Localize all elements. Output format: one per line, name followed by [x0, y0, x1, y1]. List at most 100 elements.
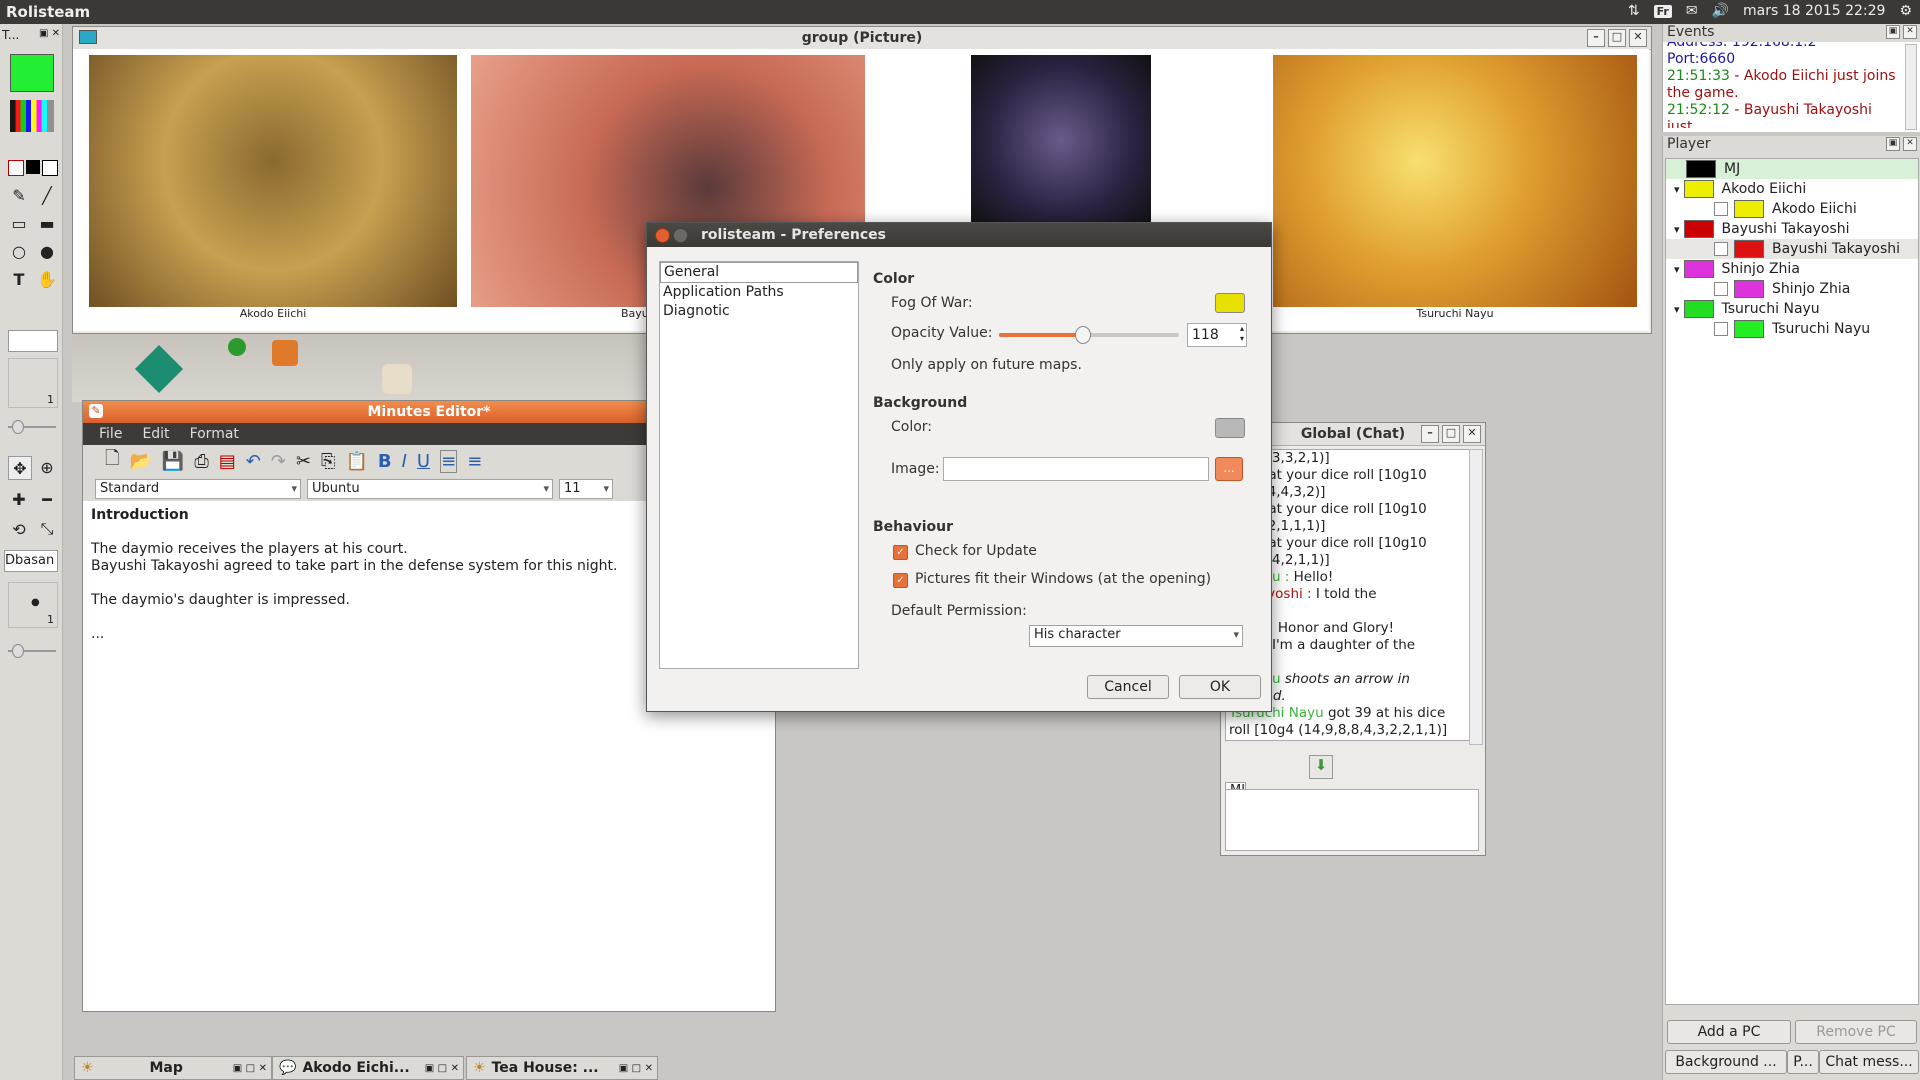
network-icon[interactable]: ⇅ — [1628, 3, 1640, 19]
close-icon[interactable] — [655, 228, 670, 243]
save-icon[interactable]: 💾 — [162, 451, 184, 472]
color-swatch[interactable] — [1686, 160, 1716, 178]
maximize-button[interactable]: □ — [1608, 29, 1626, 47]
pictures-fit-checkbox[interactable]: ✓ — [893, 573, 908, 588]
menu-edit[interactable]: Edit — [142, 426, 169, 442]
nav-application-paths[interactable]: Application Paths — [660, 283, 858, 302]
remove-pc-button[interactable]: Remove PC — [1795, 1020, 1917, 1044]
nav-general[interactable]: General — [660, 262, 858, 283]
minimized-teahouse-window[interactable]: ☀ Tea House: ... ▣ □ ✕ — [466, 1056, 658, 1080]
hide-color-icon[interactable] — [26, 160, 40, 174]
move-icon[interactable]: ✥ — [8, 456, 32, 480]
menu-format[interactable]: Format — [190, 426, 239, 442]
float-button[interactable]: ▣ — [1886, 25, 1900, 39]
tab-chat-messages[interactable]: Chat mess... — [1819, 1050, 1919, 1074]
character-checkbox[interactable] — [1714, 322, 1728, 336]
tab-background[interactable]: Background ... — [1665, 1050, 1787, 1074]
color-swatch[interactable] — [1734, 240, 1764, 258]
close-button[interactable]: ✕ — [1463, 425, 1481, 443]
color-swatch[interactable] — [1683, 260, 1714, 278]
tab-window-buttons[interactable]: ▣ □ ✕ — [619, 1063, 653, 1074]
italic-icon[interactable]: I — [402, 451, 407, 472]
opacity-spinbox[interactable]: 118 ▴ ▾ — [1187, 323, 1247, 347]
ok-button[interactable]: OK — [1179, 675, 1261, 699]
special-colors[interactable] — [8, 160, 58, 176]
preferences-titlebar[interactable]: rolisteam - Preferences — [647, 223, 1271, 247]
chat-scrollbar[interactable] — [1469, 449, 1483, 745]
character-row[interactable]: Bayushi Takayoshi — [1666, 239, 1918, 259]
color-swatch[interactable] — [1734, 280, 1764, 298]
image-path-input[interactable] — [943, 457, 1209, 481]
font-family-select[interactable]: Ubuntu — [307, 479, 553, 499]
character-checkbox[interactable] — [1714, 202, 1728, 216]
npc-size-slider[interactable] — [8, 644, 56, 658]
default-permission-select[interactable]: His character — [1029, 625, 1243, 647]
export-pdf-icon[interactable]: ▤ — [219, 451, 236, 472]
minimized-character-window[interactable]: 💬 Akodo Eichi... ▣ □ ✕ — [272, 1056, 464, 1080]
font-size-select[interactable]: 11 — [559, 479, 613, 499]
empty-rectangle-icon[interactable]: ▭ — [8, 212, 30, 234]
npc-state-icon[interactable]: ⟲ — [8, 518, 30, 540]
close-button[interactable]: ✕ — [1903, 25, 1917, 39]
redo-icon[interactable]: ↷ — [271, 451, 286, 472]
player-row[interactable]: ▾ Bayushi Takayoshi — [1666, 219, 1918, 239]
spin-arrows-icon[interactable]: ▴ ▾ — [1240, 324, 1244, 344]
menu-file[interactable]: File — [99, 426, 122, 442]
color-swatch[interactable] — [1734, 200, 1764, 218]
expand-arrow-icon[interactable]: ▾ — [1674, 223, 1680, 236]
background-color-button[interactable] — [1215, 418, 1245, 438]
minimized-map-window[interactable]: ☀ Map ▣ □ ✕ — [74, 1056, 272, 1080]
npc-resize-icon[interactable]: ⤡ — [36, 518, 58, 540]
paragraph-style-select[interactable]: Standard — [95, 479, 301, 499]
minimize-icon[interactable] — [673, 228, 688, 243]
mail-icon[interactable]: ✉ — [1686, 3, 1698, 19]
opacity-slider[interactable] — [999, 326, 1179, 344]
expand-arrow-icon[interactable]: ▾ — [1674, 263, 1680, 276]
print-icon[interactable]: ⎙ — [194, 451, 208, 472]
float-button[interactable]: ▣ — [1886, 137, 1900, 151]
open-folder-icon[interactable]: 📂 — [129, 451, 151, 472]
tab-window-buttons[interactable]: ▣ □ ✕ — [233, 1063, 267, 1074]
settings-gear-icon[interactable]: ⚙ — [1899, 3, 1912, 19]
color-palette[interactable] — [10, 100, 54, 132]
character-row[interactable]: Tsuruchi Nayu — [1666, 319, 1918, 339]
rotate-icon[interactable]: ⊕ — [36, 456, 58, 478]
text-tool-icon[interactable]: T — [8, 268, 30, 290]
add-npc-icon[interactable]: ✚ — [8, 488, 30, 510]
character-row[interactable]: Shinjo Zhia — [1666, 279, 1918, 299]
browse-image-button[interactable]: ... — [1215, 457, 1243, 481]
toolbar-window-buttons[interactable]: ▣ ✕ — [39, 28, 60, 42]
character-checkbox[interactable] — [1714, 242, 1728, 256]
npc-name-input[interactable]: Dbasan — [4, 550, 58, 572]
color-swatch[interactable] — [1683, 300, 1714, 318]
text-input-box[interactable] — [8, 330, 58, 352]
copy-icon[interactable]: ⎘ — [321, 451, 335, 472]
cancel-button[interactable]: Cancel — [1087, 675, 1169, 699]
check-update-checkbox[interactable]: ✓ — [893, 545, 908, 560]
player-row[interactable]: ▾ Akodo Eiichi — [1666, 179, 1918, 199]
align-center-icon[interactable]: ≡ — [467, 451, 482, 472]
maximize-button[interactable]: □ — [1442, 425, 1460, 443]
remove-npc-icon[interactable]: ━ — [36, 488, 58, 510]
nav-diagnostic[interactable]: Diagnotic — [660, 302, 858, 321]
expand-arrow-icon[interactable]: ▾ — [1674, 183, 1680, 196]
expand-arrow-icon[interactable]: ▾ — [1674, 303, 1680, 316]
new-document-icon[interactable]: 🗋 — [105, 446, 119, 476]
underline-icon[interactable]: U — [417, 451, 430, 472]
color-swatch[interactable] — [1734, 320, 1764, 338]
volume-icon[interactable]: 🔊 — [1712, 3, 1729, 19]
clock[interactable]: mars 18 2015 22:29 — [1743, 3, 1885, 19]
send-icon[interactable]: ⬇ — [1309, 755, 1333, 779]
chat-input[interactable] — [1225, 789, 1479, 851]
undo-icon[interactable]: ↶ — [246, 451, 261, 472]
erase-color-icon[interactable] — [8, 160, 24, 176]
npc-number-box[interactable]: 1 — [8, 358, 58, 408]
tab-player[interactable]: P... — [1787, 1050, 1819, 1074]
player-row[interactable]: ▾ Shinjo Zhia — [1666, 259, 1918, 279]
color-swatch[interactable] — [1683, 220, 1714, 238]
unveil-color-icon[interactable] — [42, 160, 58, 176]
bold-icon[interactable]: B — [378, 451, 392, 472]
paste-icon[interactable]: 📋 — [345, 451, 367, 472]
picture-window-titlebar[interactable]: group (Picture) – □ ✕ — [73, 27, 1651, 50]
close-button[interactable]: ✕ — [1903, 137, 1917, 151]
